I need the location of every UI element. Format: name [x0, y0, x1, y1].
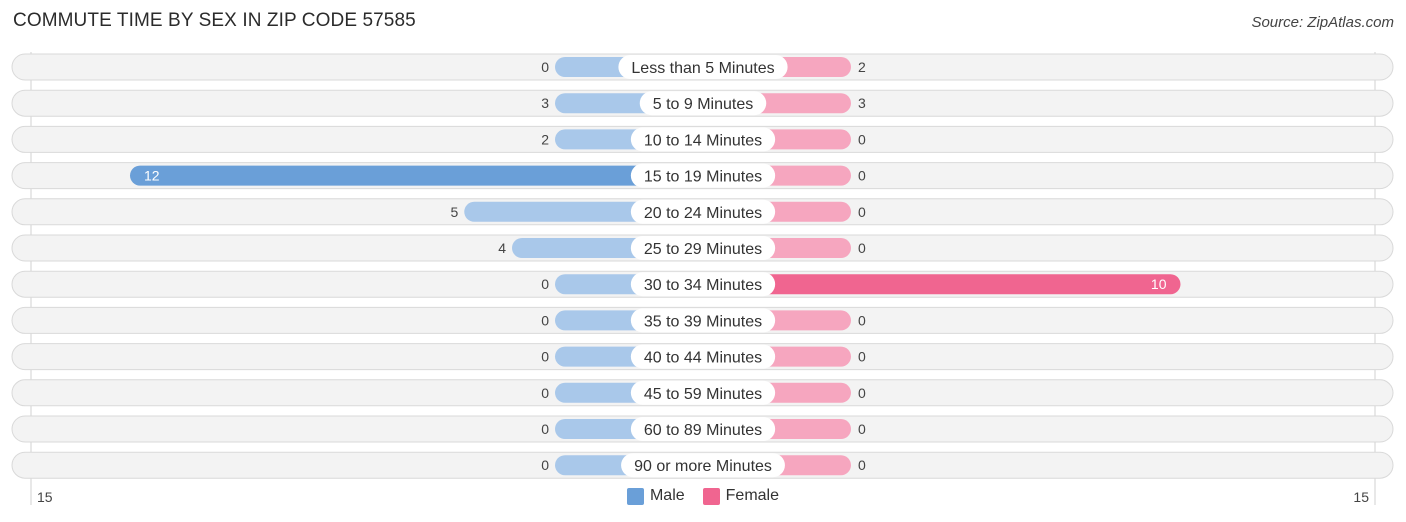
category-label: 35 to 39 Minutes: [644, 313, 762, 330]
legend-swatch-male: [626, 487, 644, 505]
bar-male: [130, 165, 703, 186]
chart-canvas: 0 2 Less than 5 Minutes 3 3 5 to 9 Minutes 2 0 1…: [11, 52, 1394, 505]
value-label-female: 0: [858, 204, 866, 220]
value-label-male: 0: [541, 312, 549, 328]
legend-item-male[interactable]: Male: [626, 487, 685, 505]
legend-label-male: Male: [649, 487, 685, 504]
category-label: 45 to 59 Minutes: [644, 386, 762, 403]
category-label: 5 to 9 Minutes: [653, 96, 754, 113]
category-label: 15 to 19 Minutes: [644, 169, 762, 186]
value-label-female: 0: [858, 385, 866, 401]
value-label-male: 0: [541, 457, 549, 473]
category-label: 20 to 24 Minutes: [644, 205, 762, 222]
value-label-male: 2: [541, 131, 549, 147]
value-label-male: 12: [144, 168, 160, 184]
value-label-female: 0: [858, 421, 866, 437]
legend-swatch-female: [702, 487, 720, 505]
value-label-male: 0: [541, 59, 549, 75]
category-label: 40 to 44 Minutes: [644, 350, 762, 367]
value-label-female: 10: [1151, 276, 1167, 292]
category-label: 10 to 14 Minutes: [644, 132, 762, 149]
value-label-male: 0: [541, 349, 549, 365]
legend-item-female[interactable]: Female: [702, 487, 780, 505]
category-label: 60 to 89 Minutes: [644, 422, 762, 439]
category-label: 90 or more Minutes: [634, 458, 772, 475]
value-label-female: 2: [858, 59, 866, 75]
value-label-female: 0: [858, 349, 866, 365]
value-label-male: 0: [541, 421, 549, 437]
value-label-female: 0: [858, 168, 866, 184]
category-label: 25 to 29 Minutes: [644, 241, 762, 258]
legend-label-female: Female: [725, 487, 780, 504]
value-label-male: 5: [450, 204, 458, 220]
value-label-male: 3: [541, 95, 549, 111]
value-label-female: 0: [858, 457, 866, 473]
value-label-male: 0: [541, 385, 549, 401]
value-label-female: 0: [858, 131, 866, 147]
legend: Male Female: [0, 487, 1406, 505]
value-label-female: 0: [858, 240, 866, 256]
value-label-female: 0: [858, 312, 866, 328]
value-label-male: 0: [541, 276, 549, 292]
value-label-female: 3: [858, 95, 866, 111]
value-label-male: 4: [498, 240, 506, 256]
category-label: Less than 5 Minutes: [631, 60, 774, 77]
category-label: 30 to 34 Minutes: [644, 277, 762, 294]
